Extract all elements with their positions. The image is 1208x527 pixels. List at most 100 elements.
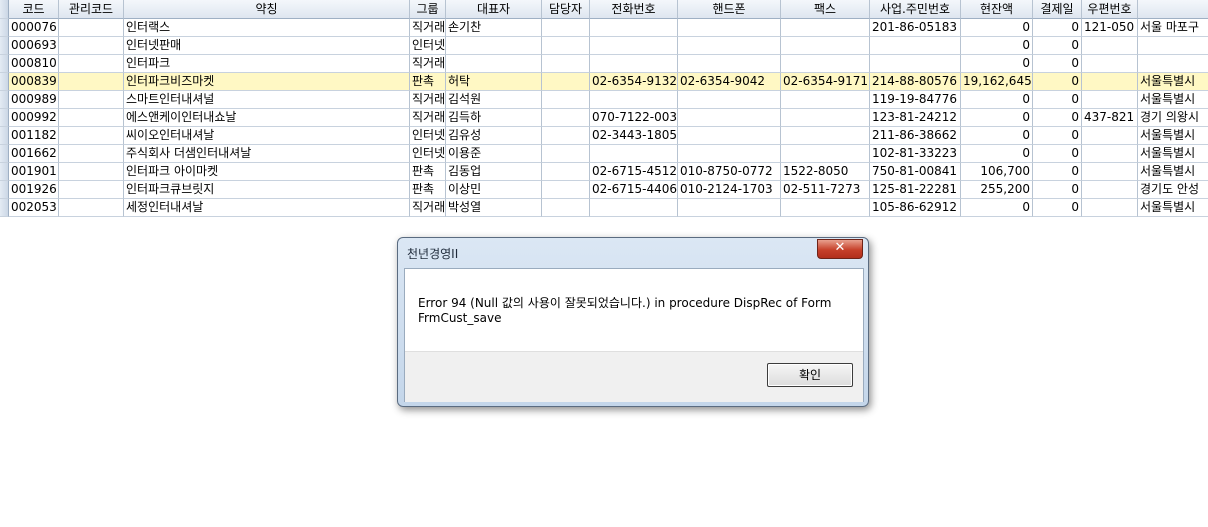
cell-balance[interactable]: 19,162,645 <box>961 73 1033 91</box>
cell-phone[interactable]: 02-6354-9132 <box>590 73 678 91</box>
cell-ceo[interactable]: 김동업 <box>446 163 542 181</box>
table-row[interactable]: 000992 에스앤케이인터내쇼날 직거래 김득하 070-7122-003 123-81… <box>0 109 1208 127</box>
cell-ceo[interactable] <box>446 55 542 73</box>
cell-ceo[interactable]: 김득하 <box>446 109 542 127</box>
cell-fax[interactable] <box>781 109 870 127</box>
header-balance[interactable]: 현잔액 <box>961 0 1033 19</box>
cell-group[interactable]: 판촉 <box>410 73 446 91</box>
cell-biz-no[interactable]: 125-81-22281 <box>870 181 961 199</box>
row-selector[interactable] <box>0 37 9 55</box>
row-selector[interactable] <box>0 19 9 37</box>
cell-fax[interactable] <box>781 145 870 163</box>
row-selector[interactable] <box>0 199 9 217</box>
cell-biz-no[interactable]: 102-81-33223 <box>870 145 961 163</box>
cell-pay-day[interactable]: 0 <box>1033 163 1082 181</box>
header-code[interactable]: 코드 <box>9 0 59 19</box>
cell-group[interactable]: 판촉 <box>410 163 446 181</box>
cell-phone[interactable] <box>590 91 678 109</box>
cell-manager[interactable] <box>542 163 590 181</box>
cell-code[interactable]: 000693 <box>9 37 59 55</box>
row-selector[interactable] <box>0 163 9 181</box>
cell-phone[interactable] <box>590 199 678 217</box>
cell-mobile[interactable]: 010-8750-0772 <box>678 163 781 181</box>
table-row[interactable]: 000839 인터파크비즈마켓 판촉 허탁 02-6354-9132 02-6354-90… <box>0 73 1208 91</box>
header-biz-no[interactable]: 사업.주민번호 <box>870 0 961 19</box>
cell-group[interactable]: 직거래 <box>410 199 446 217</box>
cell-biz-no[interactable] <box>870 37 961 55</box>
cell-pay-day[interactable]: 0 <box>1033 109 1082 127</box>
cell-mgmt-code[interactable] <box>59 199 124 217</box>
cell-biz-no[interactable]: 123-81-24212 <box>870 109 961 127</box>
cell-pay-day[interactable]: 0 <box>1033 181 1082 199</box>
cell-phone[interactable] <box>590 145 678 163</box>
cell-fax[interactable]: 02-6354-9171 <box>781 73 870 91</box>
table-row[interactable]: 001926 인터파크큐브릿지 판촉 이상민 02-6715-4406 010-2124-… <box>0 181 1208 199</box>
cell-address[interactable]: 서울특별시 <box>1138 199 1208 217</box>
cell-mobile[interactable] <box>678 91 781 109</box>
cell-mgmt-code[interactable] <box>59 163 124 181</box>
cell-code[interactable]: 001662 <box>9 145 59 163</box>
cell-group[interactable]: 인터넷 <box>410 127 446 145</box>
cell-phone[interactable]: 02-6715-4512 <box>590 163 678 181</box>
cell-manager[interactable] <box>542 109 590 127</box>
header-zip[interactable]: 우편번호 <box>1082 0 1138 19</box>
cell-mgmt-code[interactable] <box>59 73 124 91</box>
cell-phone[interactable]: 070-7122-003 <box>590 109 678 127</box>
cell-address[interactable]: 경기 의왕시 <box>1138 109 1208 127</box>
header-fax[interactable]: 팩스 <box>781 0 870 19</box>
cell-ceo[interactable]: 손기찬 <box>446 19 542 37</box>
header-alias[interactable]: 약칭 <box>124 0 410 19</box>
table-row[interactable]: 002053 세정인터내셔날 직거래 박성열 105-86-62912 0 0 서울특별시 <box>0 199 1208 217</box>
cell-fax[interactable] <box>781 19 870 37</box>
header-group[interactable]: 그룹 <box>410 0 446 19</box>
row-selector[interactable] <box>0 145 9 163</box>
cell-zip[interactable] <box>1082 181 1138 199</box>
cell-code[interactable]: 000839 <box>9 73 59 91</box>
cell-alias[interactable]: 인터파크비즈마켓 <box>124 73 410 91</box>
cell-manager[interactable] <box>542 73 590 91</box>
cell-mgmt-code[interactable] <box>59 181 124 199</box>
cell-fax[interactable] <box>781 37 870 55</box>
cell-alias[interactable]: 인터파크 <box>124 55 410 73</box>
row-selector[interactable] <box>0 91 9 109</box>
cell-fax[interactable] <box>781 55 870 73</box>
cell-alias[interactable]: 씨이오인터내셔날 <box>124 127 410 145</box>
cell-biz-no[interactable]: 214-88-80576 <box>870 73 961 91</box>
cell-group[interactable]: 인터넷 <box>410 37 446 55</box>
cell-ceo[interactable]: 박성열 <box>446 199 542 217</box>
cell-mgmt-code[interactable] <box>59 55 124 73</box>
cell-address[interactable] <box>1138 55 1208 73</box>
cell-fax[interactable] <box>781 127 870 145</box>
cell-mobile[interactable] <box>678 37 781 55</box>
cell-zip[interactable] <box>1082 55 1138 73</box>
ok-button[interactable]: 확인 <box>767 363 853 387</box>
cell-zip[interactable] <box>1082 127 1138 145</box>
cell-pay-day[interactable]: 0 <box>1033 199 1082 217</box>
cell-ceo[interactable] <box>446 37 542 55</box>
table-row[interactable]: 000810 인터파크 직거래 0 0 <box>0 55 1208 73</box>
cell-alias[interactable]: 에스앤케이인터내쇼날 <box>124 109 410 127</box>
cell-pay-day[interactable]: 0 <box>1033 127 1082 145</box>
cell-code[interactable]: 000989 <box>9 91 59 109</box>
cell-code[interactable]: 001901 <box>9 163 59 181</box>
close-button[interactable]: ✕ <box>817 239 863 259</box>
cell-fax[interactable]: 1522-8050 <box>781 163 870 181</box>
table-row[interactable]: 000076 인터랙스 직거래 손기찬 201-86-05183 0 0 121-050 서울 … <box>0 19 1208 37</box>
cell-mobile[interactable] <box>678 19 781 37</box>
cell-biz-no[interactable]: 201-86-05183 <box>870 19 961 37</box>
cell-manager[interactable] <box>542 145 590 163</box>
cell-address[interactable]: 서울특별시 <box>1138 163 1208 181</box>
header-phone[interactable]: 전화번호 <box>590 0 678 19</box>
cell-group[interactable]: 인터넷 <box>410 145 446 163</box>
cell-alias[interactable]: 세정인터내셔날 <box>124 199 410 217</box>
cell-address[interactable] <box>1138 37 1208 55</box>
cell-mobile[interactable] <box>678 55 781 73</box>
cell-zip[interactable] <box>1082 37 1138 55</box>
cell-alias[interactable]: 인터파크큐브릿지 <box>124 181 410 199</box>
row-selector[interactable] <box>0 109 9 127</box>
cell-biz-no[interactable]: 211-86-38662 <box>870 127 961 145</box>
cell-code[interactable]: 000076 <box>9 19 59 37</box>
cell-mobile[interactable] <box>678 109 781 127</box>
cell-alias[interactable]: 인터랙스 <box>124 19 410 37</box>
cell-code[interactable]: 001182 <box>9 127 59 145</box>
